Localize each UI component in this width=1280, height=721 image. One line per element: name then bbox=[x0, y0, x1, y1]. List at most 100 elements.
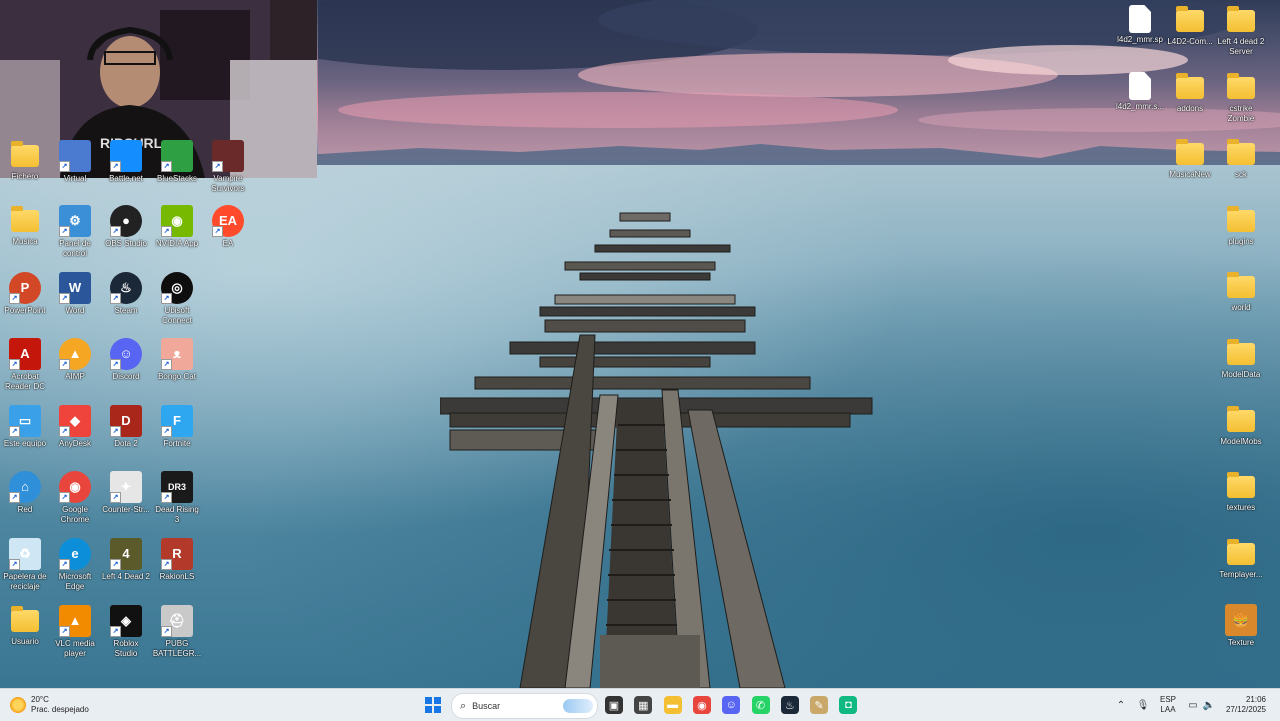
l4d2-mmr-sp-file[interactable]: l4d2_mmr.sp bbox=[1115, 5, 1165, 45]
panel-de-control-icon[interactable]: ⚙ ↗ Panel de control bbox=[50, 205, 100, 259]
chevron-up-icon: ⌃ bbox=[1116, 699, 1126, 711]
usuario-folder[interactable]: Usuario bbox=[0, 605, 50, 647]
templayer-folder[interactable]: Templayer... bbox=[1216, 538, 1266, 580]
left4dead2-icon[interactable]: 4 ↗ Left 4 Dead 2 bbox=[101, 538, 151, 582]
word-icon[interactable]: W ↗ Word bbox=[50, 272, 100, 316]
texture-icon[interactable]: 🍔 Texture bbox=[1216, 604, 1266, 648]
powerpoint-icon-glyph-icon: P ↗ bbox=[9, 272, 41, 304]
green-app-taskbar-button[interactable]: ◘ bbox=[836, 693, 860, 717]
musica-folder[interactable]: Musica bbox=[0, 205, 50, 247]
dead-rising-3-icon[interactable]: DR3 ↗ Dead Rising 3 bbox=[152, 471, 202, 525]
file-explorer-button[interactable]: ▬ bbox=[661, 693, 685, 717]
obs-studio-icon[interactable]: ● ↗ OBS Studio bbox=[101, 205, 151, 249]
l4d2-mmr-file-glyph-icon bbox=[1129, 72, 1151, 100]
shortcut-arrow-icon: ↗ bbox=[110, 426, 121, 437]
microsoft-store-button[interactable]: ▦ bbox=[631, 693, 655, 717]
roblox-studio-icon[interactable]: ◈ ↗ Roblox Studio bbox=[101, 605, 151, 659]
battlenet-icon[interactable]: ↗ Battle.net bbox=[101, 140, 151, 184]
left4dead2-server-folder-glyph-icon bbox=[1227, 6, 1255, 32]
whatsapp-taskbar-button[interactable]: ✆ bbox=[749, 693, 773, 717]
language-switcher[interactable]: ESP LAA bbox=[1156, 693, 1180, 717]
dota2-icon[interactable]: D ↗ Dota 2 bbox=[101, 405, 151, 449]
volume-button[interactable]: 🔈 bbox=[1202, 693, 1216, 717]
fichero-folder[interactable]: Fichero bbox=[0, 140, 50, 182]
task-view-button[interactable]: ▣ bbox=[602, 693, 626, 717]
icon-label: OBS Studio bbox=[105, 239, 147, 248]
chrome-taskbar-button[interactable]: ◉ bbox=[690, 693, 714, 717]
steam-taskbar-button[interactable]: ♨ bbox=[778, 693, 802, 717]
left4dead2-server-folder[interactable]: Left 4 dead 2 Server bbox=[1216, 5, 1266, 57]
google-chrome-icon[interactable]: ◉ ↗ Google Chrome bbox=[50, 471, 100, 525]
icon-label: Microsoft Edge bbox=[58, 572, 92, 591]
musicanew-folder[interactable]: MusicaNew bbox=[1165, 138, 1215, 180]
bluestacks-icon[interactable]: ↗ BlueStacks bbox=[152, 140, 202, 184]
clock[interactable]: 21:06 27/12/2025 bbox=[1222, 693, 1270, 717]
icon-label: l4d2_mmr.sp bbox=[1117, 35, 1163, 44]
red-icon-glyph-icon: ⌂ ↗ bbox=[9, 471, 41, 503]
addons-folder[interactable]: addons bbox=[1165, 72, 1215, 114]
icon-label: Left 4 Dead 2 bbox=[101, 572, 151, 581]
modeldata-folder[interactable]: ModelData bbox=[1216, 338, 1266, 380]
virtual-icon-glyph-icon: ↗ bbox=[59, 140, 91, 172]
rakionls-icon[interactable]: R ↗ RakionLS bbox=[152, 538, 202, 582]
este-equipo-icon-glyph-icon: ▭ ↗ bbox=[9, 405, 41, 437]
discord-icon[interactable]: ☺ ↗ Discord bbox=[101, 338, 151, 382]
dota2-icon-glyph-icon: D ↗ bbox=[110, 405, 142, 437]
icon-label: Panel de control bbox=[59, 239, 91, 258]
steam-icon[interactable]: ♨ ↗ Steam bbox=[101, 272, 151, 316]
icon-label: Fichero bbox=[11, 172, 39, 181]
network-button[interactable]: ▭ bbox=[1186, 693, 1200, 717]
l4d2-mmr-file[interactable]: l4d2_mmr.s... bbox=[1115, 72, 1165, 112]
shortcut-arrow-icon: ↗ bbox=[59, 492, 70, 503]
battlenet-icon-glyph-icon: ↗ bbox=[110, 140, 142, 172]
papelera-icon[interactable]: ♻ ↗ Papelera de reciclaje bbox=[0, 538, 50, 592]
microphone-button[interactable]: 🎙 bbox=[1136, 693, 1150, 717]
anydesk-icon[interactable]: ◆ ↗ AnyDesk bbox=[50, 405, 100, 449]
plugins-folder[interactable]: plugins bbox=[1216, 205, 1266, 247]
world-folder[interactable]: world bbox=[1216, 271, 1266, 313]
l4d2-com-folder[interactable]: L4D2-Com... bbox=[1165, 5, 1215, 47]
red-icon[interactable]: ⌂ ↗ Red bbox=[0, 471, 50, 515]
bongo-cat-icon[interactable]: ᴥ ↗ Bongo Cat bbox=[152, 338, 202, 382]
vlc-icon[interactable]: ▲ ↗ VLC media player bbox=[50, 605, 100, 659]
taskbar-search[interactable]: ⌕ Buscar bbox=[451, 693, 598, 719]
search-icon: ⌕ bbox=[460, 699, 467, 712]
aimp-icon[interactable]: ▲ ↗ AIMP bbox=[50, 338, 100, 382]
nvidia-app-icon[interactable]: ◉ ↗ NVIDIA App bbox=[152, 205, 202, 249]
counter-strike-icon[interactable]: ✦ ↗ Counter-Str... bbox=[101, 471, 151, 515]
shortcut-arrow-icon: ↗ bbox=[9, 359, 20, 370]
microsoft-store-icon: ▦ bbox=[634, 696, 653, 714]
ea-icon-glyph-icon: EA ↗ bbox=[212, 205, 244, 237]
roblox-studio-icon-glyph-icon: ◈ ↗ bbox=[110, 605, 142, 637]
este-equipo-icon[interactable]: ▭ ↗ Este equipo bbox=[0, 405, 50, 449]
icon-label: Ubisoft Connect bbox=[162, 306, 192, 325]
discord-taskbar-button[interactable]: ☺ bbox=[719, 693, 743, 717]
microsoft-edge-icon[interactable]: e ↗ Microsoft Edge bbox=[50, 538, 100, 592]
cheat-app-taskbar-button[interactable]: ✎ bbox=[807, 693, 831, 717]
taskbar: 20°C Prac. despejado ⌕ Buscar ▣ ▦ ▬ ◉ ☺ ✆ ♨ ✎ ◘ … bbox=[0, 688, 1280, 721]
shortcut-arrow-icon: ↗ bbox=[9, 293, 20, 304]
weather-widget[interactable]: 20°C Prac. despejado bbox=[10, 693, 100, 717]
virtual-icon[interactable]: ↗ Virtual bbox=[50, 140, 100, 184]
icon-label: ModelMobs bbox=[1220, 437, 1262, 446]
icon-label: NVIDIA App bbox=[155, 239, 199, 248]
ea-icon[interactable]: EA ↗ EA bbox=[203, 205, 253, 249]
shortcut-arrow-icon: ↗ bbox=[110, 359, 121, 370]
start-button[interactable] bbox=[421, 693, 445, 717]
fortnite-icon[interactable]: F ↗ Fortnite bbox=[152, 405, 202, 449]
cstrike-zombie-folder[interactable]: cstrike Zombie bbox=[1216, 72, 1266, 124]
sck-folder[interactable]: sck bbox=[1216, 138, 1266, 180]
textures-folder[interactable]: textures bbox=[1216, 471, 1266, 513]
show-hidden-icons-button[interactable]: ⌃ bbox=[1114, 693, 1128, 717]
rakionls-icon-glyph-icon: R ↗ bbox=[161, 538, 193, 570]
powerpoint-icon[interactable]: P ↗ PowerPoint bbox=[0, 272, 50, 316]
pubg-icon[interactable]: ⛑ ↗ PUBG BATTLEGR... bbox=[152, 605, 202, 659]
anydesk-icon-glyph-icon: ◆ ↗ bbox=[59, 405, 91, 437]
vampire-survivors-icon[interactable]: ↗ Vampire Survivors bbox=[203, 140, 253, 194]
acrobat-reader-icon[interactable]: A ↗ Acrobat Reader DC bbox=[0, 338, 50, 392]
shortcut-arrow-icon: ↗ bbox=[110, 626, 121, 637]
shortcut-arrow-icon: ↗ bbox=[59, 359, 70, 370]
icon-label: PowerPoint bbox=[4, 306, 46, 315]
modelmobs-folder[interactable]: ModelMobs bbox=[1216, 405, 1266, 447]
ubisoft-connect-icon[interactable]: ◎ ↗ Ubisoft Connect bbox=[152, 272, 202, 326]
